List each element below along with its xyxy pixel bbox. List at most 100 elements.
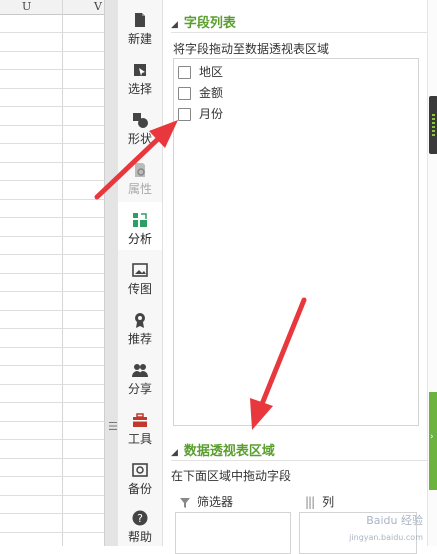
tool-label: 选择 xyxy=(127,82,152,96)
grid-line xyxy=(0,532,104,533)
tool-tools-button[interactable]: 工具 xyxy=(118,402,162,450)
tool-share-button[interactable]: 分享 xyxy=(118,352,162,400)
grid-line xyxy=(0,495,104,496)
grid-line xyxy=(0,365,104,366)
tool-label: 工具 xyxy=(127,432,152,446)
field-list-hint: 将字段拖动至数据透视表区域 xyxy=(173,42,330,56)
tool-label: 分析 xyxy=(127,232,152,246)
filter-drop-zone[interactable] xyxy=(175,512,291,554)
tool-analysis-button[interactable]: 分析 xyxy=(118,202,162,250)
tool-help-button[interactable]: ? 帮助 xyxy=(118,500,162,548)
divider xyxy=(171,460,427,461)
grid-line xyxy=(0,180,104,181)
backup-icon xyxy=(132,463,148,477)
column-header-u[interactable]: U xyxy=(22,0,31,13)
upload-image-icon xyxy=(132,263,148,277)
grid-line xyxy=(0,513,104,514)
side-toolbar: 新建 选择 形状 属性 分析 传图 推荐 分享 工具 备份 ? 帮助 xyxy=(118,0,163,546)
collapse-triangle-icon[interactable]: ◢ xyxy=(171,448,178,458)
tool-label: 帮助 xyxy=(127,530,152,544)
tool-label: 传图 xyxy=(127,282,152,296)
grid-line xyxy=(0,106,104,107)
splitter-grip-icon[interactable]: ☰ xyxy=(108,420,118,433)
tool-new-button[interactable]: 新建 xyxy=(118,2,162,50)
tool-label: 属性 xyxy=(127,182,152,196)
tool-shapes-button[interactable]: 形状 xyxy=(118,102,162,150)
grid-line xyxy=(0,69,104,70)
spreadsheet-grid[interactable]: U V xyxy=(0,0,104,546)
grid-line xyxy=(0,310,104,311)
grid-line xyxy=(0,328,104,329)
field-item-amount[interactable]: 金额 xyxy=(178,84,223,102)
field-checkbox[interactable] xyxy=(178,108,191,121)
column-header-v[interactable]: V xyxy=(94,0,102,13)
grid-line xyxy=(0,384,104,385)
shapes-icon xyxy=(133,113,148,128)
pivot-analysis-icon xyxy=(133,213,147,227)
field-list-title: 字段列表 xyxy=(183,16,236,31)
field-label: 地区 xyxy=(199,65,224,79)
field-checkbox[interactable] xyxy=(178,66,191,79)
grid-line xyxy=(0,125,104,126)
recommend-badge-icon xyxy=(135,313,145,328)
new-doc-icon xyxy=(135,13,145,27)
tool-select-button[interactable]: 选择 xyxy=(118,52,162,100)
grid-line xyxy=(0,458,104,459)
filter-label: 筛选器 xyxy=(197,495,234,509)
right-edge-strip: › xyxy=(427,0,437,546)
expand-arrow-icon: › xyxy=(430,432,434,442)
field-item-region[interactable]: 地区 xyxy=(178,63,223,81)
tool-label: 形状 xyxy=(127,132,152,146)
grid-line xyxy=(0,347,104,348)
field-label: 金额 xyxy=(199,86,224,100)
grid-line xyxy=(0,32,104,33)
grid-line xyxy=(0,402,104,403)
tool-backup-button[interactable]: 备份 xyxy=(118,452,162,500)
scroll-indicator[interactable] xyxy=(429,96,437,154)
grid-line xyxy=(0,217,104,218)
grid-line xyxy=(0,236,104,237)
pivot-field-panel: ◢ 字段列表 将字段拖动至数据透视表区域 地区 金额 月份 ◢ 数据透视表区域 在下… xyxy=(163,0,427,554)
pivot-area-hint: 在下面区域中拖动字段 xyxy=(171,469,292,483)
tool-upload-image-button[interactable]: 传图 xyxy=(118,252,162,300)
grid-line xyxy=(0,476,104,477)
tool-label: 备份 xyxy=(127,482,152,496)
pivot-area-section-title[interactable]: ◢ 数据透视表区域 xyxy=(171,440,275,459)
grid-line xyxy=(0,273,104,274)
field-item-month[interactable]: 月份 xyxy=(178,105,223,123)
field-label: 月份 xyxy=(199,107,224,121)
filter-funnel-icon xyxy=(180,497,190,508)
tool-label: 分享 xyxy=(127,382,152,396)
grid-line xyxy=(0,143,104,144)
grid-line xyxy=(0,291,104,292)
pane-splitter[interactable]: ☰ xyxy=(104,0,119,546)
collapse-triangle-icon[interactable]: ◢ xyxy=(171,20,178,30)
properties-icon xyxy=(135,163,145,177)
column-area-header: ||| 列 xyxy=(305,493,334,510)
field-list-box[interactable]: 地区 金额 月份 xyxy=(173,58,419,426)
watermark-url: jingyan.baidu.com xyxy=(349,533,423,542)
column-bars-icon: ||| xyxy=(305,495,315,509)
column-label: 列 xyxy=(322,495,335,509)
toolbox-icon xyxy=(133,413,147,427)
grid-line xyxy=(0,199,104,200)
divider xyxy=(171,32,427,33)
field-checkbox[interactable] xyxy=(178,87,191,100)
svg-text:?: ? xyxy=(137,512,143,525)
tool-label: 推荐 xyxy=(127,332,152,346)
column-header-row: U V xyxy=(0,0,104,15)
grid-line xyxy=(0,421,104,422)
expand-tab[interactable]: › xyxy=(429,392,437,490)
tool-recommend-button[interactable]: 推荐 xyxy=(118,302,162,350)
filter-area-header: 筛选器 xyxy=(179,493,233,510)
share-people-icon xyxy=(132,364,148,377)
help-icon: ? xyxy=(132,510,148,526)
grid-line xyxy=(0,254,104,255)
tool-properties-button[interactable]: 属性 xyxy=(118,152,162,200)
pivot-area-title: 数据透视表区域 xyxy=(183,444,275,459)
watermark-logo: Baidu 经验 xyxy=(366,514,423,527)
grid-line xyxy=(0,162,104,163)
grid-line xyxy=(0,51,104,52)
field-list-section-title[interactable]: ◢ 字段列表 xyxy=(171,12,236,31)
grid-line xyxy=(0,88,104,89)
